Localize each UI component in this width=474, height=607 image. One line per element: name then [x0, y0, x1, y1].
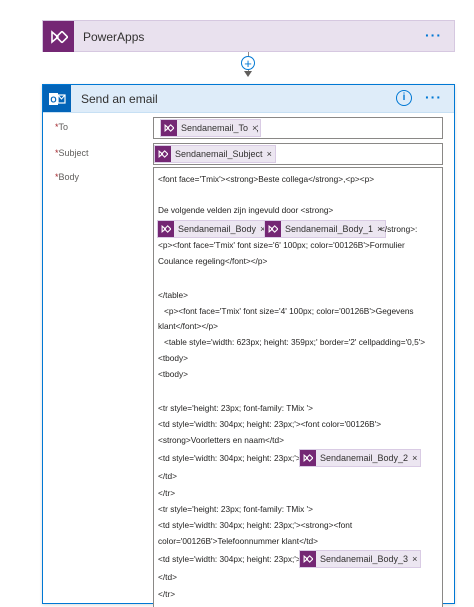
token-label: Sendanemail_Body_1	[285, 224, 374, 234]
body-text-line: <p><font face='Tmix' font size='4' 100px…	[164, 306, 414, 316]
outlook-icon: O	[43, 85, 71, 112]
powerapps-icon	[158, 221, 174, 237]
to-separator: ;	[256, 123, 259, 134]
action-more-menu-button[interactable]: ···	[425, 89, 442, 105]
subject-dynamic-token[interactable]: Sendanemail_Subject ×	[154, 145, 276, 163]
body-text-line: <tbody>	[158, 353, 188, 363]
action-header[interactable]: O Send an email i ···	[43, 85, 454, 113]
token-label: Sendanemail_Body_2	[320, 453, 409, 463]
powerapps-trigger-card[interactable]: PowerApps ···	[42, 20, 455, 52]
body-dynamic-token[interactable]: Sendanemail_Body_1 ×	[264, 220, 387, 238]
arrow-down-icon	[244, 71, 252, 77]
body-dynamic-token[interactable]: Sendanemail_Body_3 ×	[299, 550, 422, 568]
subject-field-label: *Subject	[55, 148, 89, 158]
subject-field[interactable]: Sendanemail_Subject ×	[153, 143, 443, 165]
powerapps-icon	[300, 551, 316, 567]
body-text-line: </tr>	[158, 589, 176, 599]
body-text-line: <td style='width: 304px; height: 23px;'>…	[158, 520, 353, 530]
powerapps-icon	[265, 221, 281, 237]
body-text-line: </td>	[158, 471, 177, 481]
body-dynamic-token[interactable]: Sendanemail_Body ×	[157, 220, 270, 238]
svg-text:O: O	[50, 95, 56, 104]
body-text-line: <tr style='height: 23px; font-family: TM…	[158, 504, 313, 514]
token-label: Sendanemail_Body_3	[320, 554, 409, 564]
body-text-line: <tbody>	[158, 369, 188, 379]
body-text-line: De volgende velden zijn ingevuld door <s…	[158, 205, 334, 215]
add-step-button[interactable]: +	[241, 56, 255, 71]
body-text-line: color='00126B'>Telefoonnummer klant</td>	[158, 536, 318, 546]
body-text-line: </table>	[158, 290, 188, 300]
body-text-line: <font face='Tmix'><strong>Beste collega<…	[158, 174, 375, 184]
info-icon[interactable]: i	[396, 90, 412, 106]
to-field-label: *To	[55, 122, 69, 132]
action-title: Send an email	[81, 92, 158, 106]
remove-token-icon[interactable]: ×	[412, 453, 417, 463]
body-text-line: Coulance regeling</font></p>	[158, 256, 268, 266]
body-text-line: <strong>Voorletters en naam</td>	[158, 435, 284, 445]
powerapps-icon	[300, 450, 316, 466]
send-email-action-card: O Send an email i ··· *To Sendanemail_To…	[42, 84, 455, 607]
body-field[interactable]: <font face='Tmix'><strong>Beste collega<…	[153, 167, 443, 607]
body-text-line: </strong>:	[380, 224, 418, 234]
token-label: Sendanemail_To	[181, 123, 249, 133]
to-dynamic-token[interactable]: Sendanemail_To ×	[160, 119, 262, 137]
body-text-line: klant</font></p>	[158, 321, 218, 331]
body-text-line: <td style='width: 304px; height: 23px;'>	[158, 453, 301, 463]
body-text-line: <td style='width: 304px; height: 23px;'>	[158, 554, 301, 564]
powerapps-icon	[155, 146, 171, 162]
powerapps-icon	[43, 21, 74, 52]
body-text-line: <table style='width: 623px; height: 359p…	[164, 337, 426, 347]
body-field-label: *Body	[55, 172, 80, 182]
token-label: Sendanemail_Body	[178, 224, 257, 234]
body-text-line: <td style='width: 304px; height: 23px;'>…	[158, 419, 382, 429]
remove-token-icon[interactable]: ×	[267, 149, 272, 159]
powerapps-icon	[161, 120, 177, 136]
remove-token-icon[interactable]: ×	[412, 554, 417, 564]
trigger-more-menu-button[interactable]: ···	[425, 27, 442, 43]
to-field[interactable]: Sendanemail_To × ;	[153, 117, 443, 139]
body-text-line: <tr style='height: 23px; font-family: TM…	[158, 403, 313, 413]
body-text-line: <p><font face='Tmix' font size='6' 100px…	[158, 240, 405, 250]
body-text-line: </td>	[158, 572, 177, 582]
token-label: Sendanemail_Subject	[175, 149, 263, 159]
body-text-line: </tr>	[158, 488, 176, 498]
trigger-title: PowerApps	[83, 30, 145, 44]
body-dynamic-token[interactable]: Sendanemail_Body_2 ×	[299, 449, 422, 467]
